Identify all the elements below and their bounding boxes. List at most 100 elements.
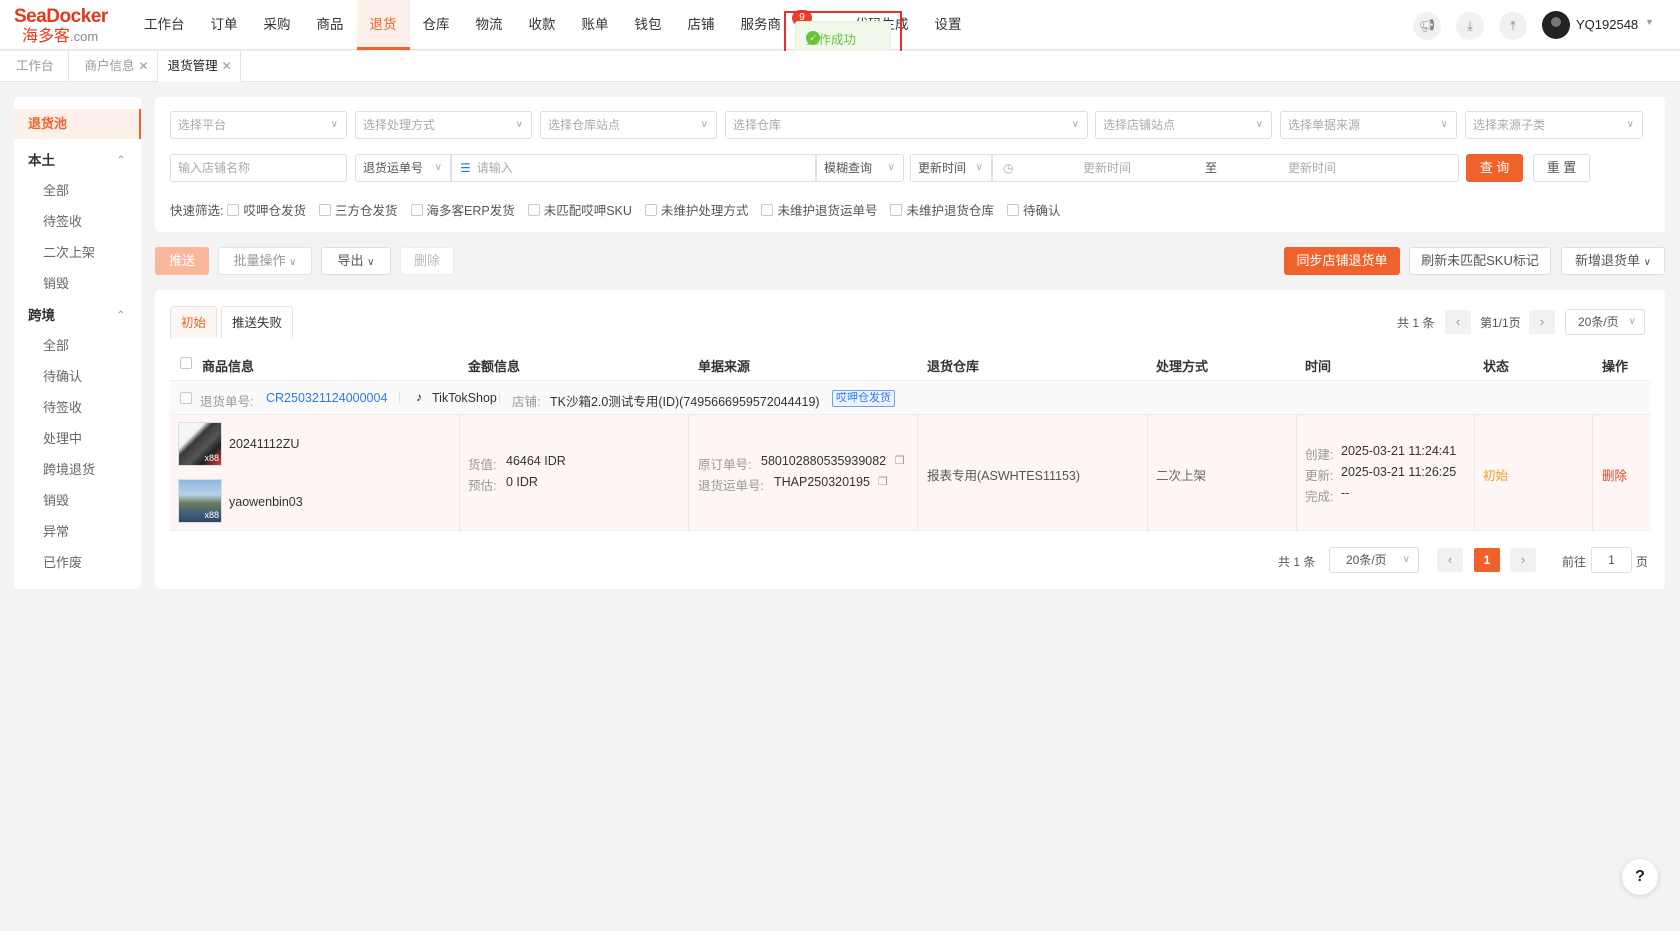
reset-button[interactable]: 重 置 (1533, 154, 1590, 182)
quick-filter-aiya-ship[interactable]: 哎呷仓发货 (227, 200, 306, 219)
return-no-link[interactable]: CR250321124000004 (266, 391, 387, 405)
platform-select[interactable]: 选择平台 ∨ (170, 111, 347, 139)
nav-purchase[interactable]: 采购 (251, 0, 304, 50)
nav-returns[interactable]: 退货 (356, 0, 410, 50)
checkbox[interactable] (227, 203, 240, 216)
nav-settings[interactable]: 设置 (922, 0, 975, 50)
quick-filter-unmatched-sku[interactable]: 未匹配哎呷SKU (527, 200, 632, 219)
checkbox[interactable] (644, 203, 657, 216)
warehouse-select[interactable]: 选择仓库 ∨ (725, 111, 1088, 139)
tab-initial[interactable]: 初始 (170, 306, 218, 338)
chevron-down-icon[interactable]: ▼ (1645, 17, 1654, 27)
sidebar-item-cb-pending-sign[interactable]: 待签收 (14, 394, 141, 422)
page-size-select-bottom[interactable]: 20条/页 ∨ (1329, 547, 1419, 573)
row-delete-link[interactable]: 删除 (1602, 465, 1627, 484)
store-name-input[interactable]: 输入店铺名称 (170, 154, 347, 182)
checkbox[interactable] (1006, 203, 1019, 216)
handling-method-select[interactable]: 选择处理方式 ∨ (355, 111, 532, 139)
goto-page-input[interactable]: 1 (1591, 547, 1632, 573)
prev-page-icon[interactable]: ‹ (1445, 310, 1471, 334)
sidebar-group-local[interactable]: 本土 ⌃ (14, 147, 141, 175)
ship-type-tag: 哎呷仓发货 (832, 390, 895, 407)
copy-icon[interactable]: ❐ (895, 454, 905, 467)
copy-icon[interactable]: ❐ (878, 475, 888, 488)
chevron-down-icon: ∨ (1402, 554, 1410, 565)
delete-button[interactable]: 删除 (400, 247, 454, 275)
next-page-icon[interactable]: › (1529, 310, 1555, 334)
megaphone-icon[interactable]: 📢︎ (1413, 12, 1441, 40)
product-thumbnail[interactable]: x88 (178, 422, 222, 466)
push-button[interactable]: 推送 (155, 247, 209, 275)
download-icon[interactable]: ⤓ (1456, 12, 1484, 40)
sidebar-item-cb-voided[interactable]: 已作废 (14, 549, 141, 577)
return-no-select[interactable]: 退货运单号 ∨ (355, 154, 451, 182)
checkbox[interactable] (527, 203, 540, 216)
store-site-select[interactable]: 选择店铺站点 ∨ (1095, 111, 1272, 139)
avatar[interactable] (1542, 11, 1570, 39)
nav-wallet[interactable]: 钱包 (622, 0, 675, 50)
nav-workbench[interactable]: 工作台 (131, 0, 198, 50)
checkbox[interactable] (890, 203, 903, 216)
page-1-button[interactable]: 1 (1474, 548, 1500, 572)
checkbox[interactable] (319, 203, 331, 216)
quick-filter-no-return-no[interactable]: 未维护退货运单号 (761, 200, 877, 219)
doc-source-select[interactable]: 选择单据来源 ∨ (1280, 111, 1457, 139)
refresh-unmatched-sku-button[interactable]: 刷新未匹配SKU标记 (1409, 247, 1551, 275)
add-return-button[interactable]: 新增退货单 ∨ (1561, 247, 1665, 275)
page-tab-merchant-info[interactable]: 商户信息 ✕ (69, 51, 158, 82)
select-all-checkbox[interactable] (180, 357, 192, 369)
page-tab-returns[interactable]: 退货管理 ✕ (157, 51, 241, 82)
seadocker-logo[interactable]: SeaDocker 海多客.com (14, 6, 114, 46)
sidebar-group-crossborder[interactable]: 跨境 ⌃ (14, 302, 141, 330)
nav-orders[interactable]: 订单 (198, 0, 251, 50)
sidebar-item-cb-destroy[interactable]: 销毁 (14, 487, 141, 515)
chevron-down-icon: ∨ (700, 119, 708, 130)
sidebar-item-local-relist[interactable]: 二次上架 (14, 239, 141, 267)
sidebar-item-local-all[interactable]: 全部 (14, 177, 141, 205)
quick-filter-pending-confirm[interactable]: 待确认 (1006, 200, 1060, 219)
nav-bills[interactable]: 账单 (569, 0, 622, 50)
sidebar-item-cb-pending-confirm[interactable]: 待确认 (14, 363, 141, 391)
nav-logistics[interactable]: 物流 (463, 0, 516, 50)
sidebar-item-cb-processing[interactable]: 处理中 (14, 425, 141, 453)
batch-ops-button[interactable]: 批量操作 ∨ (218, 247, 312, 275)
warehouse-site-select[interactable]: 选择仓库站点 ∨ (540, 111, 717, 139)
nav-collection[interactable]: 收款 (516, 0, 569, 50)
page-size-select-top[interactable]: 20条/页 ∨ (1565, 309, 1645, 335)
sidebar-item-cb-abnormal[interactable]: 异常 (14, 518, 141, 546)
sidebar-item-return-pool[interactable]: 退货池 (14, 109, 141, 139)
close-icon[interactable]: ✕ (139, 59, 149, 73)
nav-products[interactable]: 商品 (304, 0, 357, 50)
chevron-down-icon: ∨ (1643, 257, 1651, 268)
sidebar-item-cb-return[interactable]: 跨境退货 (14, 456, 141, 484)
next-page-icon[interactable]: › (1510, 548, 1536, 572)
username[interactable]: YQ192548 (1576, 17, 1638, 32)
keyword-input[interactable]: ☰ 请输入 (451, 154, 816, 182)
date-range-picker[interactable]: ◷ 更新时间 至 更新时间 (992, 154, 1459, 182)
help-button[interactable]: ? (1622, 859, 1658, 895)
time-type-select[interactable]: 更新时间 ∨ (910, 154, 992, 182)
sidebar-item-local-pending-sign[interactable]: 待签收 (14, 208, 141, 236)
prev-page-icon[interactable]: ‹ (1437, 548, 1463, 572)
nav-stores[interactable]: 店铺 (675, 0, 728, 50)
query-button[interactable]: 查 询 (1466, 154, 1523, 182)
checkbox[interactable] (761, 203, 774, 216)
export-button[interactable]: 导出 ∨ (321, 247, 391, 275)
tab-push-failed[interactable]: 推送失败 (221, 306, 294, 338)
source-subtype-select[interactable]: 选择来源子类 ∨ (1465, 111, 1643, 139)
quick-filter-no-warehouse[interactable]: 未维护退货仓库 (890, 200, 994, 219)
upload-icon[interactable]: ⤒ (1499, 12, 1527, 40)
sidebar-item-cb-all[interactable]: 全部 (14, 332, 141, 360)
sync-store-returns-button[interactable]: 同步店铺退货单 (1284, 247, 1400, 275)
quick-filter-3pl-ship[interactable]: 三方仓发货 (319, 200, 398, 219)
close-icon[interactable]: ✕ (222, 59, 232, 73)
quick-filter-erp-ship[interactable]: 海多客ERP发货 (410, 200, 515, 219)
sidebar-item-local-destroy[interactable]: 销毁 (14, 270, 141, 298)
page-tab-workbench[interactable]: 工作台 (0, 51, 69, 82)
checkbox[interactable] (410, 203, 423, 216)
order-checkbox[interactable] (180, 392, 192, 404)
product-thumbnail[interactable]: x88 (178, 479, 222, 523)
quick-filter-no-method[interactable]: 未维护处理方式 (644, 200, 748, 219)
fuzzy-query-select[interactable]: 模糊查询 ∨ (816, 154, 904, 182)
nav-warehouse[interactable]: 仓库 (410, 0, 463, 50)
